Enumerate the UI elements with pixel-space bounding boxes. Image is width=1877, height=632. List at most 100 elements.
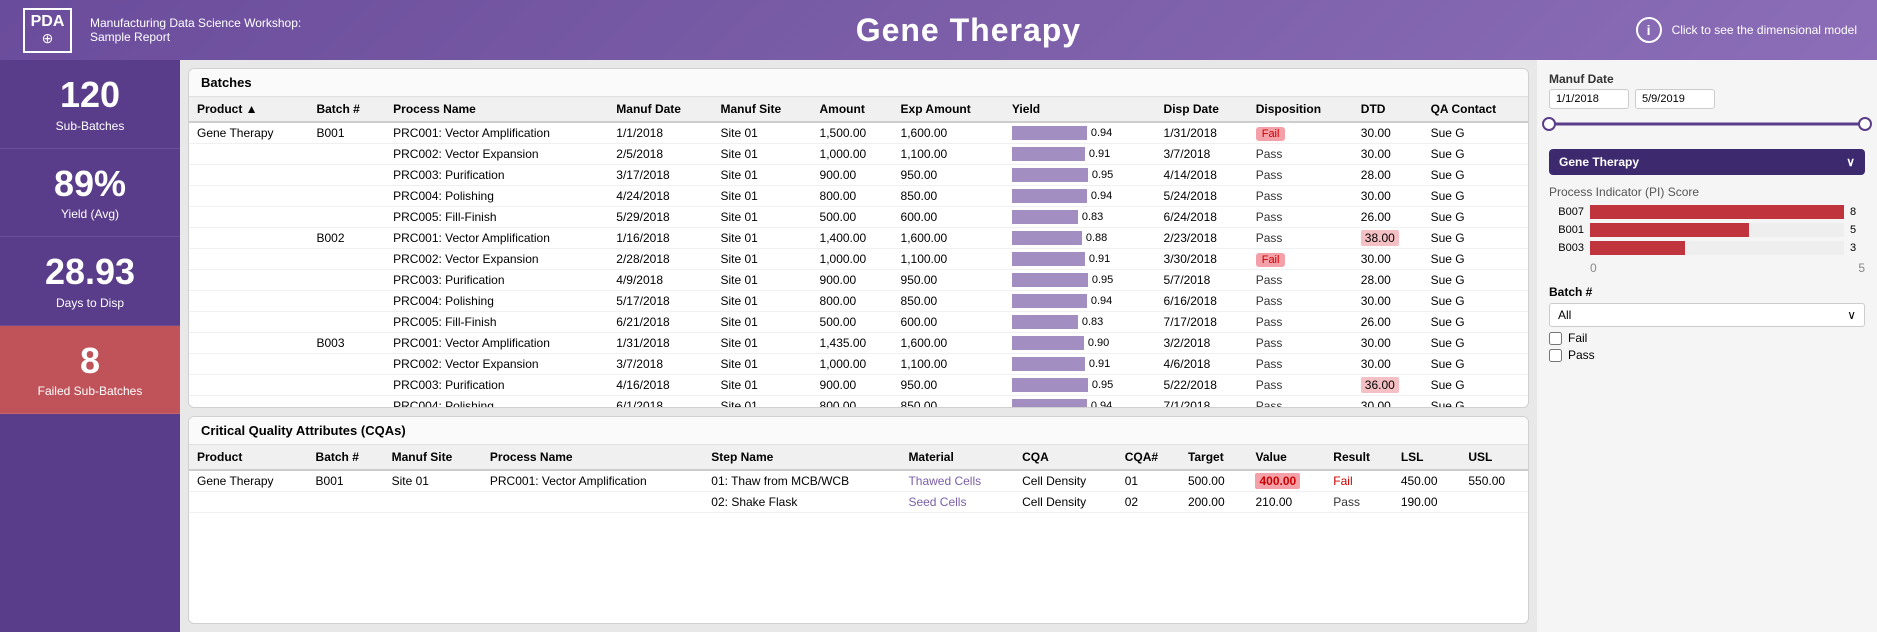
- table-row[interactable]: B003 PRC001: Vector Amplification 1/31/2…: [189, 333, 1528, 354]
- cqa-col-product[interactable]: Product: [189, 445, 308, 470]
- cqa-cell-num: 02: [1117, 492, 1180, 513]
- slider-thumb-left[interactable]: [1542, 117, 1556, 131]
- cell-qa: Sue G: [1423, 228, 1528, 249]
- cell-product: [189, 228, 308, 249]
- table-row[interactable]: Gene Therapy B001 Site 01 PRC001: Vector…: [189, 470, 1528, 492]
- col-disp-date[interactable]: Disp Date: [1156, 97, 1248, 122]
- table-row[interactable]: PRC002: Vector Expansion 2/5/2018 Site 0…: [189, 144, 1528, 165]
- cell-manuf-date: 3/17/2018: [608, 165, 712, 186]
- cqa-col-lsl[interactable]: LSL: [1393, 445, 1461, 470]
- stat-failed: 8 Failed Sub-Batches: [0, 326, 180, 415]
- cell-site: Site 01: [712, 312, 811, 333]
- table-row[interactable]: PRC004: Polishing 5/17/2018 Site 01 800.…: [189, 291, 1528, 312]
- cell-batch: B002: [308, 228, 385, 249]
- cqa-col-material[interactable]: Material: [900, 445, 1014, 470]
- cell-manuf-date: 6/21/2018: [608, 312, 712, 333]
- table-row[interactable]: PRC004: Polishing 4/24/2018 Site 01 800.…: [189, 186, 1528, 207]
- cell-product: [189, 249, 308, 270]
- cell-manuf-date: 4/9/2018: [608, 270, 712, 291]
- cell-batch: [308, 249, 385, 270]
- table-row[interactable]: PRC005: Fill-Finish 5/29/2018 Site 01 50…: [189, 207, 1528, 228]
- cell-manuf-date: 6/1/2018: [608, 396, 712, 408]
- cell-disposition: Pass: [1248, 144, 1353, 165]
- cqa-cell-target: 200.00: [1180, 492, 1248, 513]
- date-slider[interactable]: [1549, 114, 1865, 134]
- cell-exp-amount: 600.00: [893, 312, 1004, 333]
- cell-site: Site 01: [712, 354, 811, 375]
- table-row[interactable]: PRC003: Purification 4/16/2018 Site 01 9…: [189, 375, 1528, 396]
- cell-yield: 0.95: [1004, 270, 1156, 291]
- cell-site: Site 01: [712, 396, 811, 408]
- batches-title: Batches: [189, 69, 1528, 97]
- chevron-down-icon: ∨: [1846, 155, 1855, 169]
- col-disposition[interactable]: Disposition: [1248, 97, 1353, 122]
- cell-exp-amount: 1,600.00: [893, 333, 1004, 354]
- cqa-col-result[interactable]: Result: [1325, 445, 1393, 470]
- pass-checkbox[interactable]: [1549, 349, 1562, 362]
- cell-process: PRC005: Fill-Finish: [385, 312, 608, 333]
- cqa-col-target[interactable]: Target: [1180, 445, 1248, 470]
- cqa-col-step[interactable]: Step Name: [703, 445, 900, 470]
- col-qa[interactable]: QA Contact: [1423, 97, 1528, 122]
- col-product[interactable]: Product ▲: [189, 97, 308, 122]
- table-row[interactable]: 02: Shake Flask Seed Cells Cell Density …: [189, 492, 1528, 513]
- cell-product: [189, 291, 308, 312]
- col-batch[interactable]: Batch #: [308, 97, 385, 122]
- cell-exp-amount: 600.00: [893, 207, 1004, 228]
- batches-table-container[interactable]: Product ▲ Batch # Process Name Manuf Dat…: [189, 97, 1528, 407]
- date-to-input[interactable]: [1635, 89, 1715, 109]
- stat-yield: 89% Yield (Avg): [0, 149, 180, 238]
- cell-qa: Sue G: [1423, 186, 1528, 207]
- batch-filter: Batch # All ∨ Fail Pass: [1549, 285, 1865, 362]
- cqa-cell-site: Site 01: [384, 470, 482, 492]
- cqa-col-value[interactable]: Value: [1247, 445, 1325, 470]
- cell-disposition: Pass: [1248, 165, 1353, 186]
- cell-process: PRC001: Vector Amplification: [385, 122, 608, 144]
- cell-batch: [308, 291, 385, 312]
- col-exp-amount[interactable]: Exp Amount: [893, 97, 1004, 122]
- cqa-cell-usl: [1460, 492, 1528, 513]
- cqa-col-site[interactable]: Manuf Site: [384, 445, 482, 470]
- col-manuf-date[interactable]: Manuf Date: [608, 97, 712, 122]
- table-row[interactable]: PRC004: Polishing 6/1/2018 Site 01 800.0…: [189, 396, 1528, 408]
- table-row[interactable]: B002 PRC001: Vector Amplification 1/16/2…: [189, 228, 1528, 249]
- cell-dtd: 30.00: [1353, 144, 1423, 165]
- slider-thumb-right[interactable]: [1858, 117, 1872, 131]
- table-row[interactable]: PRC005: Fill-Finish 6/21/2018 Site 01 50…: [189, 312, 1528, 333]
- col-process[interactable]: Process Name: [385, 97, 608, 122]
- cell-qa: Sue G: [1423, 354, 1528, 375]
- batch-select[interactable]: All ∨: [1549, 303, 1865, 327]
- cell-process: PRC002: Vector Expansion: [385, 249, 608, 270]
- cqa-col-batch[interactable]: Batch #: [308, 445, 384, 470]
- cqa-col-usl[interactable]: USL: [1460, 445, 1528, 470]
- pi-bar: [1590, 205, 1844, 219]
- table-row[interactable]: PRC003: Purification 3/17/2018 Site 01 9…: [189, 165, 1528, 186]
- info-button[interactable]: i Click to see the dimensional model: [1636, 17, 1857, 43]
- cell-dtd: 30.00: [1353, 291, 1423, 312]
- col-yield[interactable]: Yield: [1004, 97, 1156, 122]
- cell-dtd: 26.00: [1353, 207, 1423, 228]
- cell-disposition: Pass: [1248, 375, 1353, 396]
- batch-value: All: [1558, 308, 1571, 322]
- cell-exp-amount: 1,600.00: [893, 228, 1004, 249]
- date-from-input[interactable]: [1549, 89, 1629, 109]
- cqa-table-container[interactable]: Product Batch # Manuf Site Process Name …: [189, 445, 1528, 513]
- table-row[interactable]: PRC003: Purification 4/9/2018 Site 01 90…: [189, 270, 1528, 291]
- pi-chart: B007 8 B001 5 B003 3: [1549, 205, 1865, 255]
- fail-checkbox[interactable]: [1549, 332, 1562, 345]
- cqa-col-process[interactable]: Process Name: [482, 445, 703, 470]
- cqa-col-cqa[interactable]: CQA: [1014, 445, 1117, 470]
- table-row[interactable]: Gene Therapy B001 PRC001: Vector Amplifi…: [189, 122, 1528, 144]
- table-row[interactable]: PRC002: Vector Expansion 2/28/2018 Site …: [189, 249, 1528, 270]
- gene-therapy-select[interactable]: Gene Therapy ∨: [1549, 149, 1865, 175]
- col-manuf-site[interactable]: Manuf Site: [712, 97, 811, 122]
- cell-yield: 0.94: [1004, 186, 1156, 207]
- cell-amount: 800.00: [812, 291, 893, 312]
- cqa-col-num[interactable]: CQA#: [1117, 445, 1180, 470]
- cell-qa: Sue G: [1423, 396, 1528, 408]
- table-row[interactable]: PRC002: Vector Expansion 3/7/2018 Site 0…: [189, 354, 1528, 375]
- cqa-table: Product Batch # Manuf Site Process Name …: [189, 445, 1528, 513]
- col-amount[interactable]: Amount: [812, 97, 893, 122]
- col-dtd[interactable]: DTD: [1353, 97, 1423, 122]
- cell-exp-amount: 1,100.00: [893, 354, 1004, 375]
